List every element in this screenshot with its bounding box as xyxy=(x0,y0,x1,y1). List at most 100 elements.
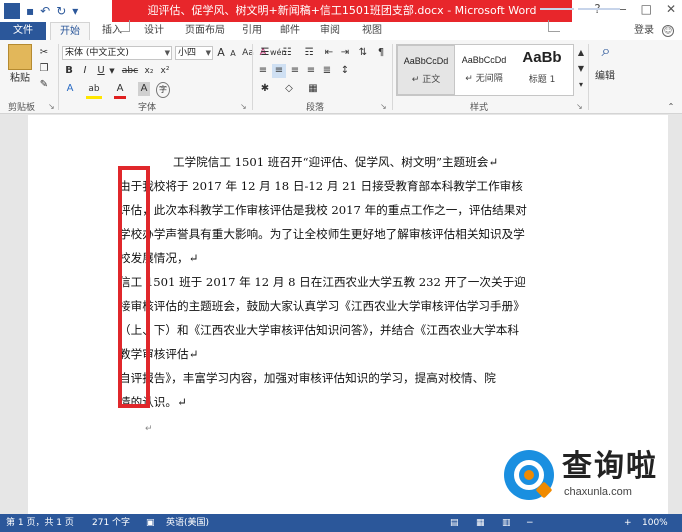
doc-line[interactable]: 教学审核评估↵ xyxy=(119,346,552,362)
magnifier-logo-icon xyxy=(504,450,554,500)
align-right-icon[interactable]: ≡ xyxy=(288,64,302,78)
crop-mark xyxy=(118,20,130,32)
format-painter-icon[interactable]: ✎ xyxy=(38,78,50,92)
word-count[interactable]: 271 个字 xyxy=(92,514,130,532)
tab-review[interactable]: 审阅 xyxy=(314,22,346,40)
multilevel-list-icon[interactable]: ☶ xyxy=(300,46,318,60)
copy-icon[interactable]: ❐ xyxy=(38,62,50,76)
zoom-out-icon[interactable]: − xyxy=(526,514,534,532)
language-label[interactable]: 英语(美国) xyxy=(166,514,209,532)
styles-launcher-icon[interactable]: ↘ xyxy=(576,102,583,111)
strikethrough-button[interactable]: abc xyxy=(120,64,140,78)
shading-icon[interactable]: ◇ xyxy=(280,82,298,96)
window-title: 迎评估、促学风、树文明+新闻稿+信工1501班团支部.docx - Micros… xyxy=(112,0,572,22)
doc-line[interactable]: 校发展情况，↵ xyxy=(119,250,552,266)
tab-file[interactable]: 文件 xyxy=(0,22,46,40)
tab-mailings[interactable]: 邮件 xyxy=(274,22,306,40)
styles-scroll-up-icon[interactable]: ▲ xyxy=(576,46,586,60)
chevron-down-icon: ▼ xyxy=(164,49,170,57)
change-case-button[interactable]: Aa xyxy=(240,46,256,60)
style-heading-1[interactable]: AaBb 标题 1 xyxy=(513,45,571,95)
cut-icon[interactable]: ✂ xyxy=(38,46,50,60)
style-normal[interactable]: AaBbCcDd ↵ 正文 xyxy=(397,45,455,95)
highlight-button[interactable]: ab xyxy=(86,82,102,99)
doc-line[interactable]: 自评报告》，丰富学习内容，加强对审核评估知识的学习，提高对校情、院 xyxy=(119,370,552,386)
align-left-icon[interactable]: ≡ xyxy=(256,64,270,78)
paragraph-group-label: 段落 xyxy=(306,103,325,113)
font-color-button[interactable]: A xyxy=(114,82,126,99)
styles-scroll-down-icon[interactable]: ▼ xyxy=(576,62,586,76)
redo-icon[interactable]: ↻ xyxy=(56,2,66,20)
numbering-icon[interactable]: ☷ xyxy=(278,46,296,60)
chinese-layout-icon[interactable]: ✱ xyxy=(256,82,274,96)
chevron-down-icon[interactable]: ▼ xyxy=(108,64,116,78)
shrink-font-button[interactable]: A xyxy=(228,47,238,61)
grow-font-button[interactable]: A xyxy=(216,46,226,60)
font-size-combo[interactable]: 小四 ▼ xyxy=(175,46,213,60)
page-count[interactable]: 第 1 页，共 1 页 xyxy=(6,514,74,532)
find-icon[interactable]: ⌕ xyxy=(594,43,618,59)
doc-line[interactable]: 信工 1501 班于 2017 年 12 月 8 日在江西农业大学五教 232 … xyxy=(119,274,552,290)
bold-button[interactable]: B xyxy=(64,64,74,78)
subscript-button[interactable]: x₂ xyxy=(142,64,156,78)
print-layout-icon[interactable]: ▦ xyxy=(476,514,485,532)
login-link[interactable]: 登录 xyxy=(634,22,654,40)
sort-icon[interactable]: ⇅ xyxy=(356,46,370,60)
tab-page-layout[interactable]: 页面布局 xyxy=(180,22,230,40)
paste-icon[interactable] xyxy=(8,44,32,70)
doc-line[interactable]: 情的认识。↵ xyxy=(119,394,552,410)
tab-references[interactable]: 引用 xyxy=(236,22,268,40)
font-name-combo[interactable]: 宋体 (中文正文) ▼ xyxy=(62,46,172,60)
doc-line[interactable]: 接审核评估的主题班会，鼓励大家认真学习《江西农业大学审核评估学习手册》 xyxy=(119,298,552,314)
paragraph-mark: ↵ xyxy=(145,424,153,434)
customize-icon[interactable]: ▾ xyxy=(72,2,78,20)
read-mode-icon[interactable]: ▤ xyxy=(450,514,459,532)
superscript-button[interactable]: x² xyxy=(158,64,172,78)
decrease-indent-icon[interactable]: ⇤ xyxy=(322,46,336,60)
web-layout-icon[interactable]: ▥ xyxy=(502,514,511,532)
italic-button[interactable]: I xyxy=(80,64,90,78)
paragraph-launcher-icon[interactable]: ↘ xyxy=(380,102,387,111)
proofing-icon[interactable]: ▣ xyxy=(146,514,155,532)
distributed-icon[interactable]: ≣ xyxy=(320,64,334,78)
character-shading-button[interactable]: A xyxy=(138,82,150,96)
borders-icon[interactable]: ▦ xyxy=(304,82,322,96)
doc-title-line[interactable]: 工学院信工 1501 班召开“迎评估、促学风、树文明”主题班会↵ xyxy=(119,154,552,170)
group-divider xyxy=(252,44,253,110)
font-launcher-icon[interactable]: ↘ xyxy=(240,102,247,111)
styles-more-icon[interactable]: ▾ xyxy=(576,78,586,92)
tab-home[interactable]: 开始 xyxy=(50,22,90,40)
show-marks-icon[interactable]: ¶ xyxy=(374,46,388,60)
text-effects-button[interactable]: A xyxy=(64,82,76,96)
doc-line[interactable]: 由于我校将于 2017 年 12 月 18 日-12 月 21 日接受教育部本科… xyxy=(119,178,552,194)
underline-button[interactable]: U xyxy=(96,64,106,78)
enclose-characters-button[interactable]: 字 xyxy=(156,82,170,98)
undo-icon[interactable]: ↶ xyxy=(40,2,50,20)
tab-view[interactable]: 视图 xyxy=(356,22,388,40)
font-size-value: 小四 xyxy=(178,48,197,58)
close-icon[interactable]: ✕ xyxy=(666,2,676,16)
word-app-icon[interactable]: W xyxy=(4,3,20,19)
zoom-level[interactable]: 100% xyxy=(642,514,668,532)
clipboard-launcher-icon[interactable]: ↘ xyxy=(48,102,55,111)
increase-indent-icon[interactable]: ⇥ xyxy=(338,46,352,60)
tab-design[interactable]: 设计 xyxy=(136,22,172,40)
doc-line[interactable]: （上、下）和《江西农业大学审核评估知识问答》，并结合《江西农业大学本科 xyxy=(119,322,552,338)
zoom-in-icon[interactable]: + xyxy=(624,514,632,532)
doc-line[interactable]: 学校办学声誉具有重大影响。为了让全校师生更好地了解审核评估相关知识及学 xyxy=(119,226,552,242)
paste-button[interactable]: 粘贴 xyxy=(6,72,34,86)
zoom-slider[interactable] xyxy=(540,8,620,10)
justify-icon[interactable]: ≡ xyxy=(304,64,318,78)
save-icon[interactable]: ▪ xyxy=(26,2,34,20)
zoom-slider-thumb[interactable] xyxy=(574,4,578,14)
maximize-icon[interactable]: □ xyxy=(641,2,652,16)
style-no-spacing[interactable]: AaBbCcDd ↵ 无间隔 xyxy=(455,45,513,95)
doc-line[interactable]: 评估，此次本科教学工作审核评估是我校 2017 年的重点工作之一，评估结果对 xyxy=(119,202,552,218)
line-spacing-icon[interactable]: ↕ xyxy=(338,64,352,78)
smiley-icon[interactable]: ☺ xyxy=(662,25,674,37)
align-center-icon[interactable]: ≡ xyxy=(272,64,286,78)
watermark-title: 查询啦 xyxy=(562,449,658,484)
bullets-icon[interactable]: ☰ xyxy=(256,46,274,60)
editing-button[interactable]: 编辑 xyxy=(590,70,620,84)
collapse-ribbon-icon[interactable]: ⌃ xyxy=(666,100,676,114)
